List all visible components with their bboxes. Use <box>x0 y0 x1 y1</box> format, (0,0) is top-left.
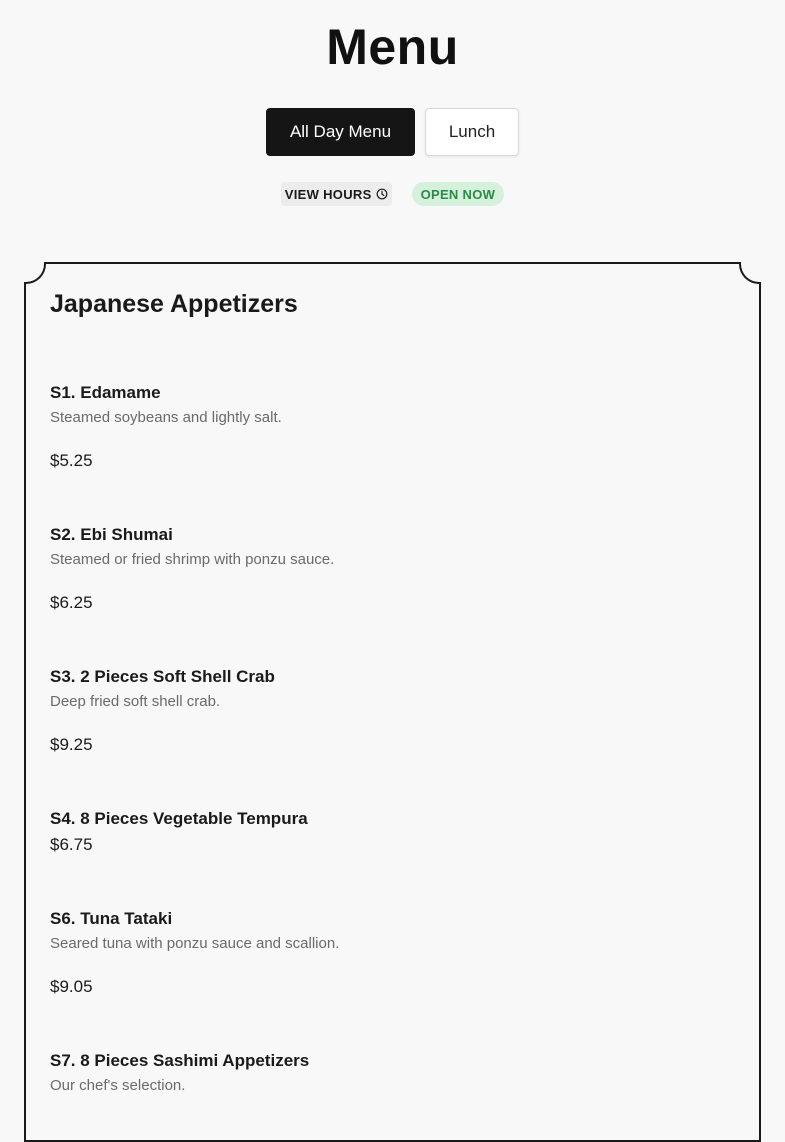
menu-item-description: Deep fried soft shell crab. <box>50 693 221 710</box>
menu-item-name: S4. 8 Pieces Vegetable Tempura <box>50 809 308 828</box>
menu-item-name: S7. 8 Pieces Sashimi Appetizers <box>50 1051 310 1070</box>
tab-all-day-menu[interactable]: All Day Menu <box>266 108 415 156</box>
page-title: Menu <box>326 19 459 75</box>
menu-item[interactable]: S4. 8 Pieces Vegetable Tempura $6.75 <box>50 808 308 856</box>
card-corner-left <box>24 262 46 284</box>
menu-item[interactable]: S2. Ebi Shumai Steamed or fried shrimp w… <box>50 524 334 614</box>
menu-section-card: Japanese Appetizers S1. Edamame Steamed … <box>24 262 761 1142</box>
section-title: Japanese Appetizers <box>50 290 298 318</box>
menu-item[interactable]: S7. 8 Pieces Sashimi Appetizers Our chef… <box>50 1050 309 1096</box>
view-hours-label: VIEW HOURS <box>284 186 372 202</box>
tab-lunch[interactable]: Lunch <box>425 108 519 156</box>
menu-item-description: Steamed soybeans and lightly salt. <box>50 409 282 426</box>
status-row: VIEW HOURS OPEN NOW <box>0 182 785 206</box>
open-status-badge: OPEN NOW <box>411 182 505 206</box>
clock-icon <box>376 188 387 200</box>
menu-item[interactable]: S1. Edamame Steamed soybeans and lightly… <box>50 382 282 472</box>
menu-item-description: Steamed or fried shrimp with ponzu sauce… <box>50 551 335 568</box>
menu-item-description: Our chef's selection. <box>50 1077 186 1094</box>
menu-item-name: S3. 2 Pieces Soft Shell Crab <box>50 667 275 686</box>
menu-item-price: $9.25 <box>50 735 93 754</box>
card-corner-right <box>739 262 761 284</box>
menu-item-price: $6.25 <box>50 593 93 612</box>
menu-item-name: S1. Edamame <box>50 383 161 402</box>
menu-item[interactable]: S3. 2 Pieces Soft Shell Crab Deep fried … <box>50 666 275 756</box>
view-hours-button[interactable]: VIEW HOURS <box>280 182 392 206</box>
menu-item[interactable]: S6. Tuna Tataki Seared tuna with ponzu s… <box>50 908 339 998</box>
menu-item-name: S6. Tuna Tataki <box>50 909 173 928</box>
menu-item-description: Seared tuna with ponzu sauce and scallio… <box>50 935 340 952</box>
menu-item-name: S2. Ebi Shumai <box>50 525 173 544</box>
menu-item-price: $5.25 <box>50 451 93 470</box>
menu-item-price: $9.05 <box>50 977 93 996</box>
menu-tabs: All Day Menu Lunch <box>0 108 785 156</box>
menu-item-price: $6.75 <box>50 835 93 854</box>
